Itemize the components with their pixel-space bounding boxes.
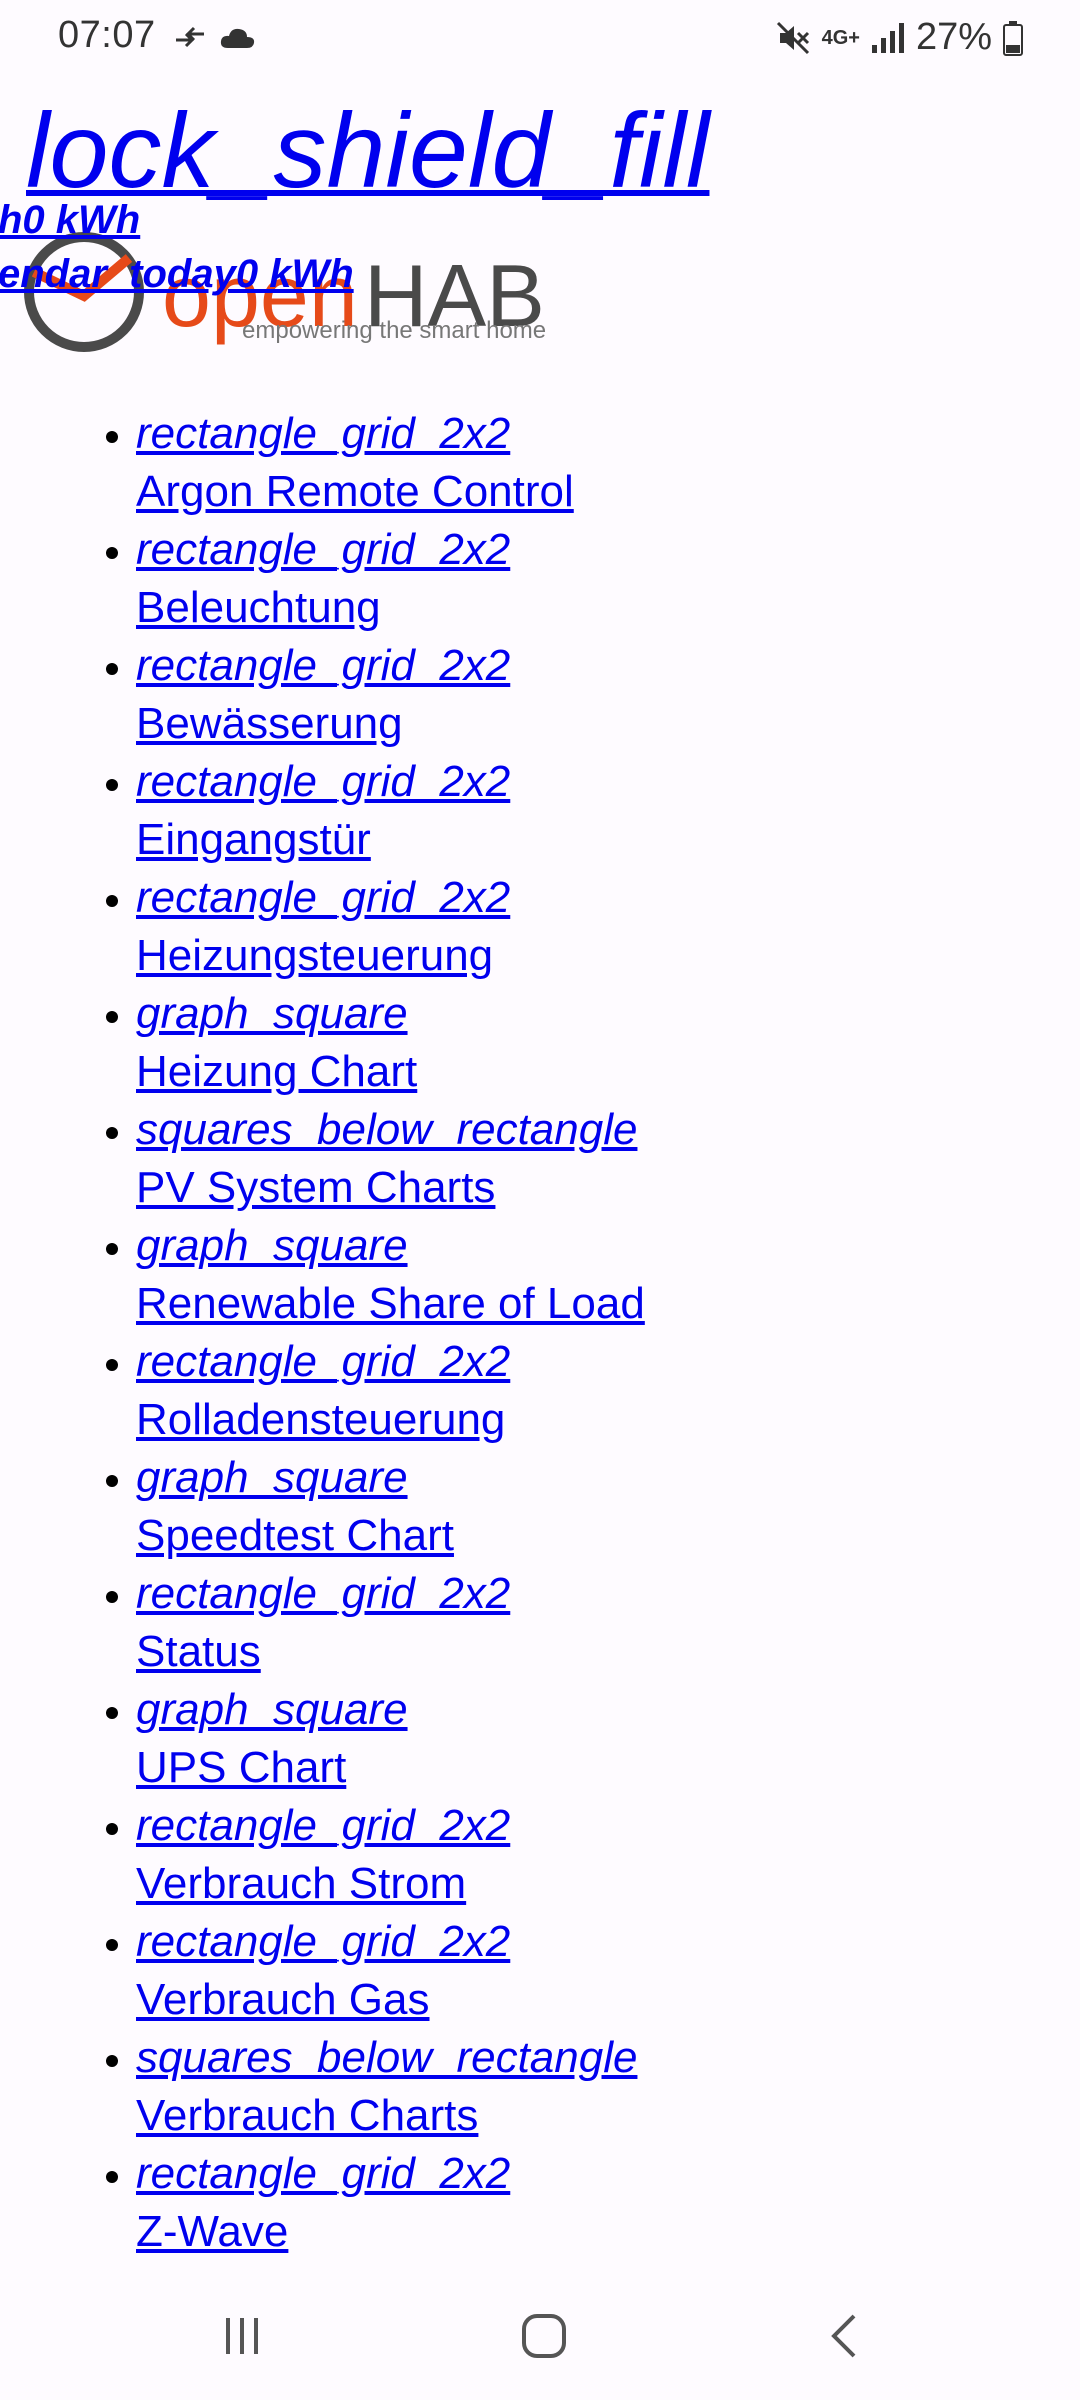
list-item[interactable]: rectangle_grid_2x2Argon Remote Control	[136, 405, 645, 521]
item-label[interactable]: Z-Wave	[136, 2203, 645, 2261]
page-title[interactable]: lock_shield_fill	[26, 98, 709, 204]
item-label[interactable]: Verbrauch Strom	[136, 1855, 645, 1913]
list-item[interactable]: squares_below_rectanglePV System Charts	[136, 1101, 645, 1217]
list-item[interactable]: graph_squareUPS Chart	[136, 1681, 645, 1797]
item-icon-name[interactable]: rectangle_grid_2x2	[136, 1565, 645, 1623]
item-label[interactable]: PV System Charts	[136, 1159, 645, 1217]
item-icon-name[interactable]: rectangle_grid_2x2	[136, 2145, 645, 2203]
recent-apps-icon	[226, 2318, 258, 2354]
status-right-icons: 4G+ 27%	[774, 16, 1024, 59]
list-item[interactable]: rectangle_grid_2x2Bewässerung	[136, 637, 645, 753]
item-icon-name[interactable]: rectangle_grid_2x2	[136, 753, 645, 811]
back-icon	[831, 2314, 856, 2358]
sitemap-list: rectangle_grid_2x2Argon Remote Controlre…	[0, 405, 645, 2261]
item-icon-name[interactable]: squares_below_rectangle	[136, 1101, 645, 1159]
item-label[interactable]: Heizung Chart	[136, 1043, 645, 1101]
list-item[interactable]: rectangle_grid_2x2Beleuchtung	[136, 521, 645, 637]
list-item[interactable]: rectangle_grid_2x2Eingangstür	[136, 753, 645, 869]
item-label[interactable]: Status	[136, 1623, 645, 1681]
item-label[interactable]: Speedtest Chart	[136, 1507, 645, 1565]
data-transfer-icon	[176, 26, 204, 48]
battery-icon	[1003, 20, 1023, 56]
energy-link-today[interactable]: endar_today0 kWh	[0, 252, 354, 297]
list-item[interactable]: rectangle_grid_2x2Z-Wave	[136, 2145, 645, 2261]
item-icon-name[interactable]: graph_square	[136, 1217, 645, 1275]
list-item[interactable]: rectangle_grid_2x2Verbrauch Strom	[136, 1797, 645, 1913]
list-item[interactable]: rectangle_grid_2x2Verbrauch Gas	[136, 1913, 645, 2029]
item-icon-name[interactable]: rectangle_grid_2x2	[136, 637, 645, 695]
list-item[interactable]: rectangle_grid_2x2Rolladensteuerung	[136, 1333, 645, 1449]
status-bar: 07:07 4G+ 27%	[0, 0, 1080, 80]
item-label[interactable]: Verbrauch Gas	[136, 1971, 645, 2029]
list-item[interactable]: rectangle_grid_2x2Status	[136, 1565, 645, 1681]
list-item[interactable]: graph_squareSpeedtest Chart	[136, 1449, 645, 1565]
item-icon-name[interactable]: graph_square	[136, 1681, 645, 1739]
item-icon-name[interactable]: rectangle_grid_2x2	[136, 521, 645, 579]
item-icon-name[interactable]: rectangle_grid_2x2	[136, 1913, 645, 1971]
item-label[interactable]: Eingangstür	[136, 811, 645, 869]
status-left-icons	[172, 20, 258, 56]
item-icon-name[interactable]: rectangle_grid_2x2	[136, 1797, 645, 1855]
logo-tagline: empowering the smart home	[242, 317, 546, 344]
item-icon-name[interactable]: graph_square	[136, 1449, 645, 1507]
list-item[interactable]: rectangle_grid_2x2Heizungsteuerung	[136, 869, 645, 985]
item-icon-name[interactable]: rectangle_grid_2x2	[136, 869, 645, 927]
home-button[interactable]	[504, 2306, 584, 2366]
item-label[interactable]: Heizungsteuerung	[136, 927, 645, 985]
item-label[interactable]: Verbrauch Charts	[136, 2087, 645, 2145]
item-label[interactable]: Bewässerung	[136, 695, 645, 753]
back-button[interactable]	[806, 2306, 886, 2366]
mute-icon	[776, 21, 809, 54]
home-icon	[522, 2314, 566, 2358]
recent-apps-button[interactable]	[202, 2306, 282, 2366]
item-icon-name[interactable]: squares_below_rectangle	[136, 2029, 645, 2087]
item-label[interactable]: Rolladensteuerung	[136, 1391, 645, 1449]
item-icon-name[interactable]: rectangle_grid_2x2	[136, 1333, 645, 1391]
navigation-bar	[0, 2270, 1080, 2400]
status-time: 07:07	[58, 14, 156, 56]
list-item[interactable]: graph_squareRenewable Share of Load	[136, 1217, 645, 1333]
item-icon-name[interactable]: graph_square	[136, 985, 645, 1043]
item-label[interactable]: Renewable Share of Load	[136, 1275, 645, 1333]
item-label[interactable]: UPS Chart	[136, 1739, 645, 1797]
signal-icon	[871, 22, 904, 53]
list-item[interactable]: graph_squareHeizung Chart	[136, 985, 645, 1101]
battery-percent: 27%	[915, 16, 992, 58]
item-label[interactable]: Beleuchtung	[136, 579, 645, 637]
item-label[interactable]: Argon Remote Control	[136, 463, 645, 521]
list-item[interactable]: squares_below_rectangleVerbrauch Charts	[136, 2029, 645, 2145]
cloud-icon	[220, 28, 255, 48]
energy-link-1[interactable]: h0 kWh	[0, 198, 140, 243]
network-type: 4G+	[821, 26, 860, 49]
item-icon-name[interactable]: rectangle_grid_2x2	[136, 405, 645, 463]
